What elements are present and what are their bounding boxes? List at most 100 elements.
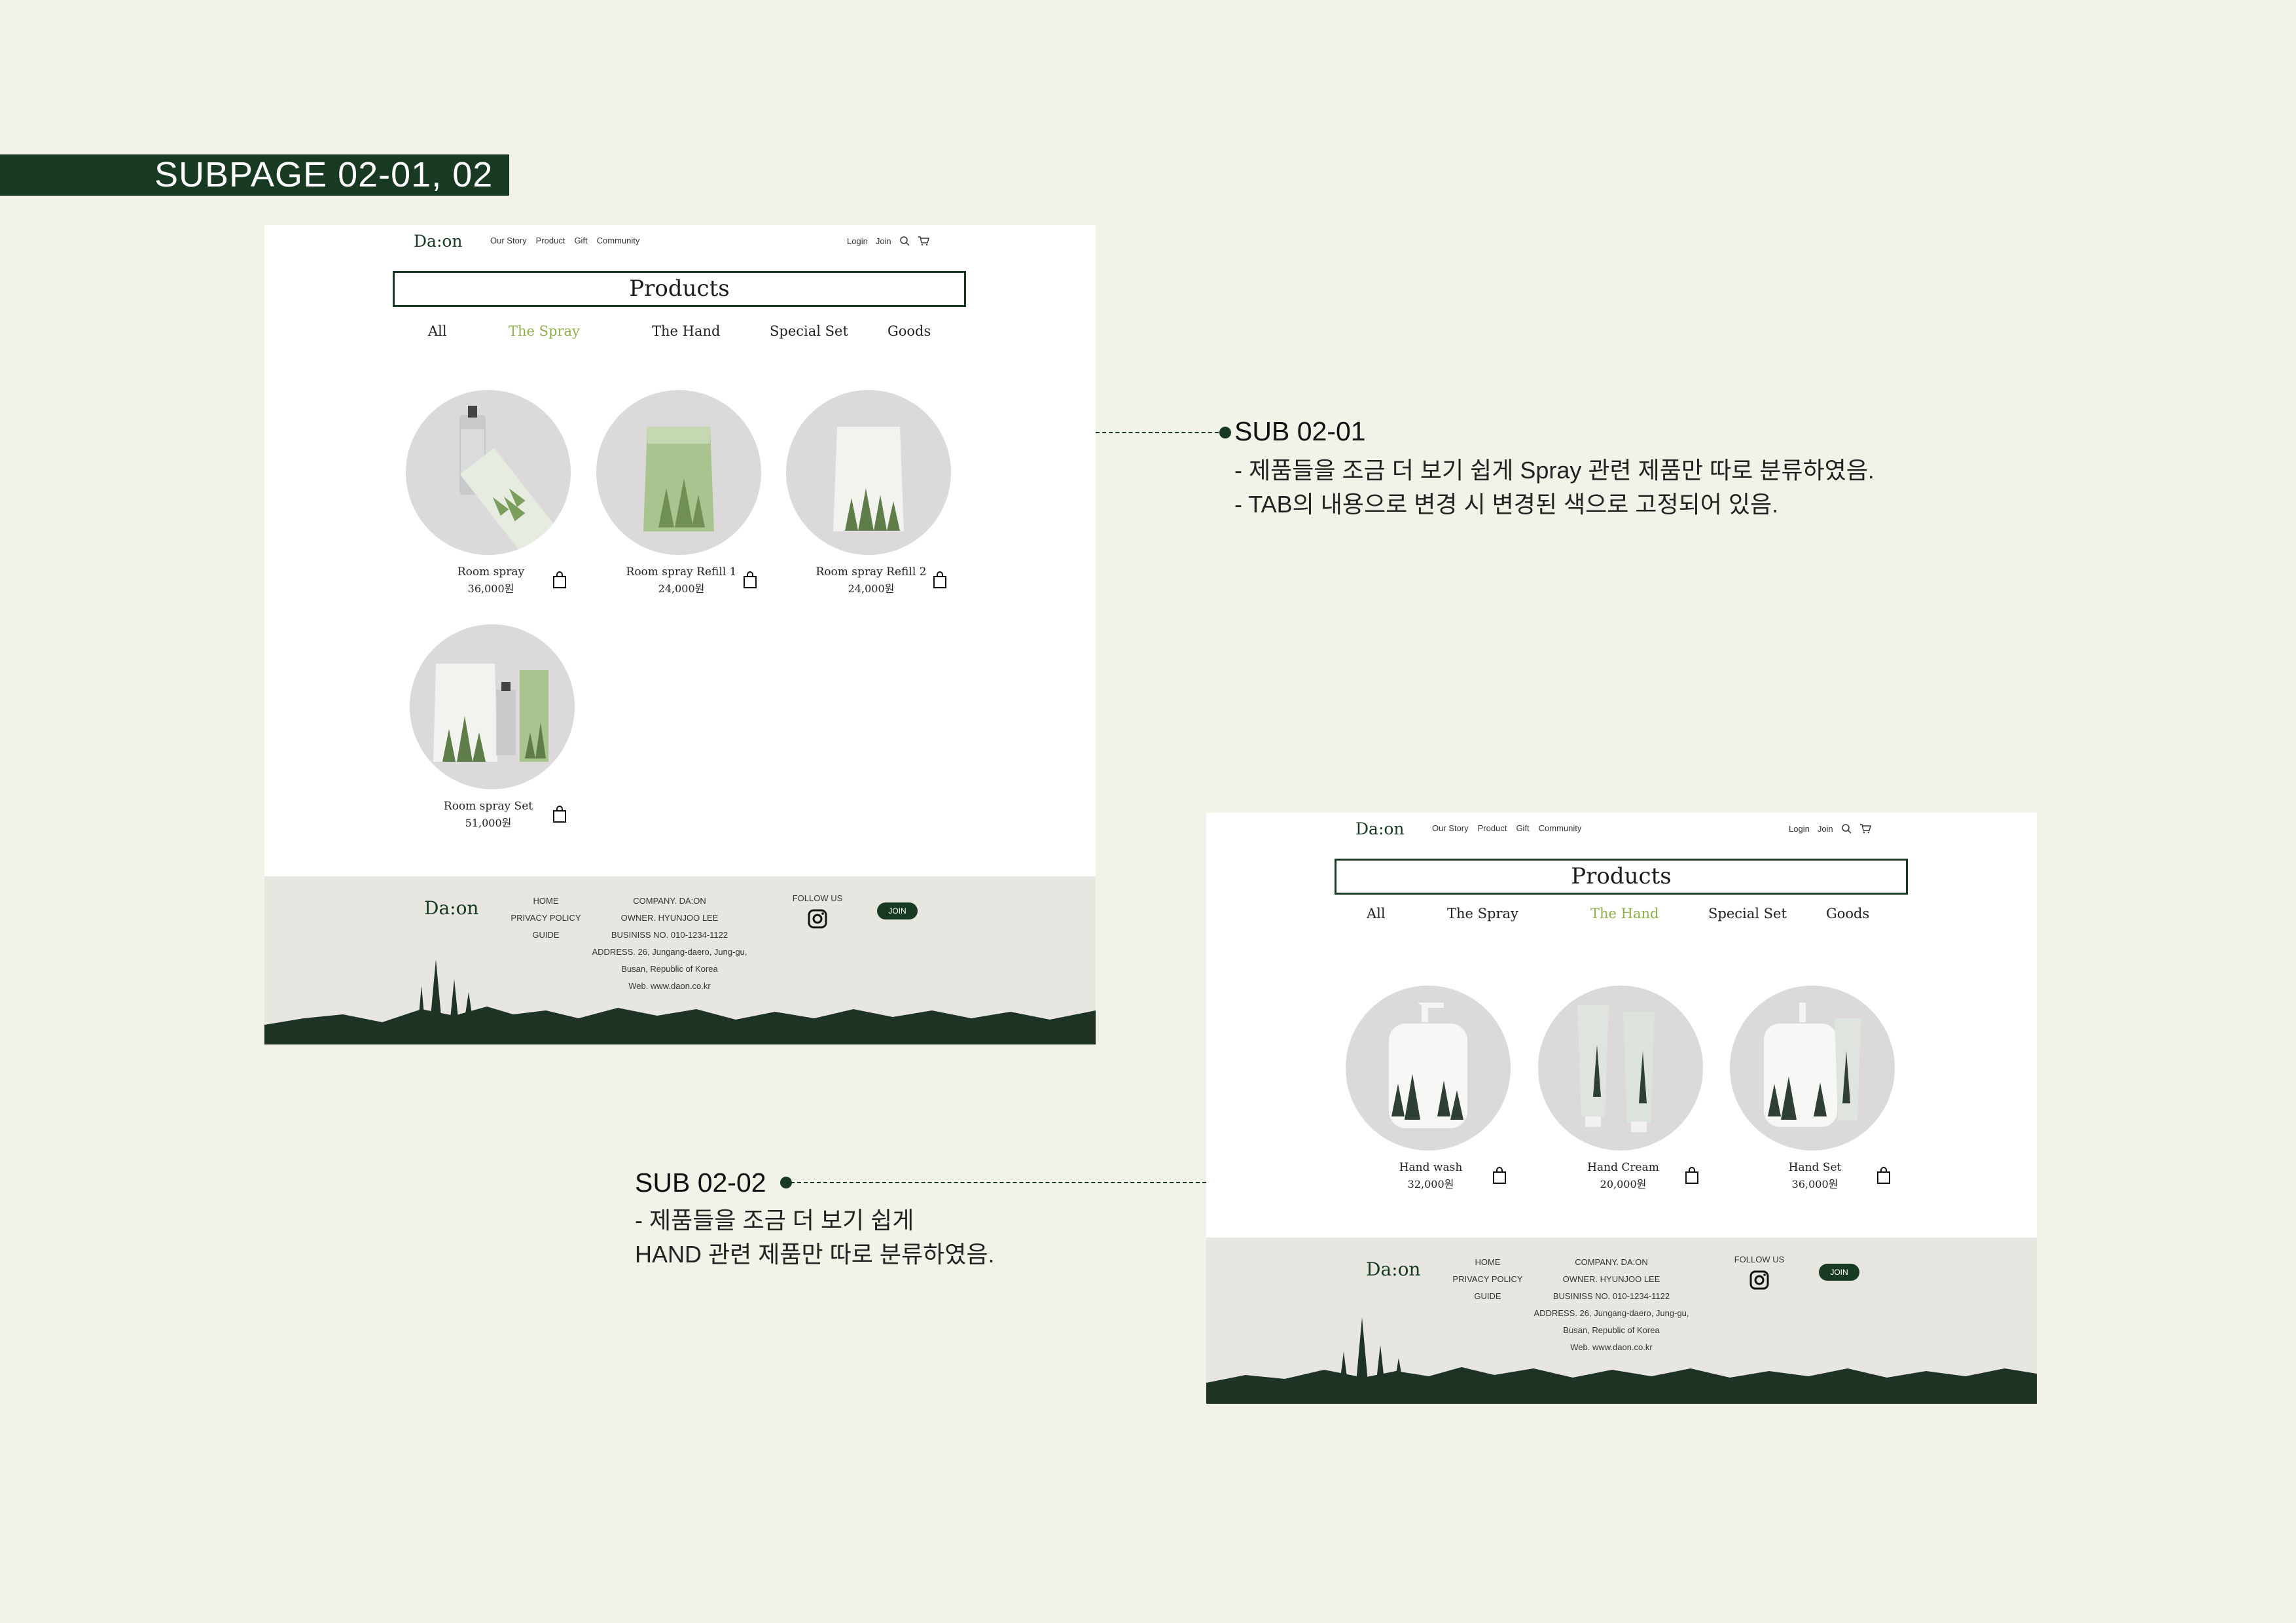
nav-our-story[interactable]: Our Story [490, 236, 527, 245]
product-name: Hand Cream [1587, 1161, 1659, 1174]
banner-title: SUBPAGE 02-01, 02 [154, 155, 493, 194]
footer-link-guide[interactable]: GUIDE [500, 930, 592, 940]
footer-link-privacy[interactable]: PRIVACY POLICY [500, 913, 592, 923]
product-image[interactable] [1538, 986, 1703, 1150]
product-name: Room spray Set [443, 800, 533, 813]
info-company: COMPANY. DA:ON [1575, 1257, 1648, 1267]
footer-link-home[interactable]: HOME [500, 896, 592, 906]
shopping-bag-icon[interactable] [743, 571, 757, 589]
login-link[interactable]: Login [1789, 824, 1810, 834]
annotation-text-sub1-2: - TAB의 내용으로 변경 시 변경된 색으로 고정되어 있음. [1234, 491, 1779, 518]
site-header: Da:on Our Story Product Gift Community L… [1206, 813, 2037, 846]
instagram-icon[interactable] [1749, 1270, 1770, 1291]
nav-community[interactable]: Community [597, 236, 640, 245]
page-title: Products [393, 271, 966, 307]
shopping-bag-icon[interactable] [552, 571, 567, 589]
shopping-bag-icon[interactable] [933, 571, 947, 589]
tab-the-hand[interactable]: The Hand [652, 323, 720, 339]
info-company: COMPANY. DA:ON [633, 896, 706, 906]
annotation-text-sub2-1: - 제품들을 조금 더 보기 쉽게 [635, 1207, 914, 1234]
product-price: 20,000원 [1600, 1178, 1647, 1190]
tab-all[interactable]: All [428, 323, 447, 339]
tab-special-set[interactable]: Special Set [1708, 906, 1787, 921]
follow-us: FOLLOW US [1730, 1255, 1789, 1291]
footer-logo[interactable]: Da:on [1366, 1258, 1420, 1280]
footer-link-privacy[interactable]: PRIVACY POLICY [1442, 1274, 1534, 1284]
connector-dot-sub1 [1219, 427, 1231, 438]
product-card[interactable]: Hand wash 32,000원 [1346, 986, 1516, 1190]
search-icon[interactable] [1841, 823, 1852, 834]
footer-link-guide[interactable]: GUIDE [1442, 1291, 1534, 1301]
tab-goods[interactable]: Goods [888, 323, 931, 339]
connector-line-sub1 [1096, 432, 1225, 433]
tab-the-spray[interactable]: The Spray [509, 323, 580, 339]
cart-icon[interactable] [918, 236, 929, 246]
info-owner: OWNER. HYUNJOO LEE [1562, 1274, 1660, 1284]
product-name: Hand Set [1788, 1161, 1842, 1174]
product-card[interactable]: Room spray Set 51,000원 [410, 624, 580, 829]
product-price: 36,000원 [467, 582, 514, 595]
product-card[interactable]: Room spray Refill 1 24,000원 [596, 390, 766, 595]
footer-links: HOME PRIVACY POLICY GUIDE [500, 896, 592, 940]
follow-us-label: FOLLOW US [792, 893, 843, 903]
product-card[interactable]: Hand Set 36,000원 [1730, 986, 1900, 1190]
instagram-icon[interactable] [807, 908, 828, 929]
product-image[interactable] [410, 624, 575, 789]
product-name: Hand wash [1399, 1161, 1463, 1174]
product-image[interactable] [1730, 986, 1895, 1150]
search-icon[interactable] [899, 236, 910, 246]
product-name: Room spray Refill 1 [626, 565, 737, 579]
annotation-text-sub2-2: HAND 관련 제품만 따로 분류하였음. [635, 1241, 995, 1268]
annotation-text-sub1-1: - 제품들을 조금 더 보기 쉽게 Spray 관련 제품만 따로 분류하였음. [1234, 457, 1874, 484]
product-image[interactable] [786, 390, 951, 555]
shopping-bag-icon[interactable] [1685, 1166, 1699, 1185]
footer-join-button[interactable]: JOIN [1819, 1264, 1859, 1281]
tab-goods[interactable]: Goods [1826, 906, 1869, 921]
info-business-no: BUSINISS NO. 010-1234-1122 [611, 930, 728, 940]
product-card[interactable]: Room spray Refill 2 24,000원 [786, 390, 956, 595]
product-name: Room spray [457, 565, 525, 579]
nav-gift[interactable]: Gift [1516, 823, 1529, 833]
product-image[interactable] [1346, 986, 1511, 1150]
main-nav: Our Story Product Gift Community [1432, 823, 1581, 833]
login-link[interactable]: Login [847, 236, 868, 246]
footer-link-home[interactable]: HOME [1442, 1257, 1534, 1267]
shopping-bag-icon[interactable] [1492, 1166, 1507, 1185]
nav-gift[interactable]: Gift [574, 236, 587, 245]
header-actions: Login Join [1789, 823, 1871, 834]
product-price: 24,000원 [848, 582, 895, 595]
shopping-bag-icon[interactable] [552, 805, 567, 823]
product-price: 24,000원 [658, 582, 705, 595]
header-actions: Login Join [847, 236, 929, 246]
nav-community[interactable]: Community [1539, 823, 1582, 833]
site-logo[interactable]: Da:on [1355, 819, 1405, 838]
join-link[interactable]: Join [876, 236, 891, 246]
nav-product[interactable]: Product [536, 236, 565, 245]
connector-line-sub2 [791, 1182, 1206, 1183]
tab-special-set[interactable]: Special Set [770, 323, 848, 339]
tab-all[interactable]: All [1367, 906, 1386, 921]
tab-the-spray[interactable]: The Spray [1447, 906, 1518, 921]
site-logo[interactable]: Da:on [414, 232, 463, 251]
product-image[interactable] [596, 390, 761, 555]
shopping-bag-icon[interactable] [1876, 1166, 1891, 1185]
footer-links: HOME PRIVACY POLICY GUIDE [1442, 1257, 1534, 1301]
nav-product[interactable]: Product [1478, 823, 1507, 833]
site-footer: Da:on HOME PRIVACY POLICY GUIDE COMPANY.… [264, 876, 1096, 1044]
title-banner: SUBPAGE 02-01, 02 [0, 154, 509, 196]
product-price: 36,000원 [1791, 1178, 1839, 1190]
tab-the-hand[interactable]: The Hand [1590, 906, 1659, 921]
follow-us: FOLLOW US [788, 893, 847, 929]
follow-us-label: FOLLOW US [1734, 1255, 1785, 1264]
product-image[interactable] [406, 390, 571, 555]
cart-icon[interactable] [1859, 823, 1871, 834]
footer-logo[interactable]: Da:on [424, 897, 478, 919]
footer-join-button[interactable]: JOIN [877, 902, 918, 919]
product-price: 51,000원 [465, 817, 512, 829]
site-header: Da:on Our Story Product Gift Community L… [264, 225, 1096, 258]
page-title: Products [1335, 859, 1908, 895]
nav-our-story[interactable]: Our Story [1432, 823, 1469, 833]
join-link[interactable]: Join [1818, 824, 1833, 834]
product-card[interactable]: Hand Cream 20,000원 [1538, 986, 1708, 1190]
product-card[interactable]: Room spray 36,000원 [406, 390, 576, 595]
